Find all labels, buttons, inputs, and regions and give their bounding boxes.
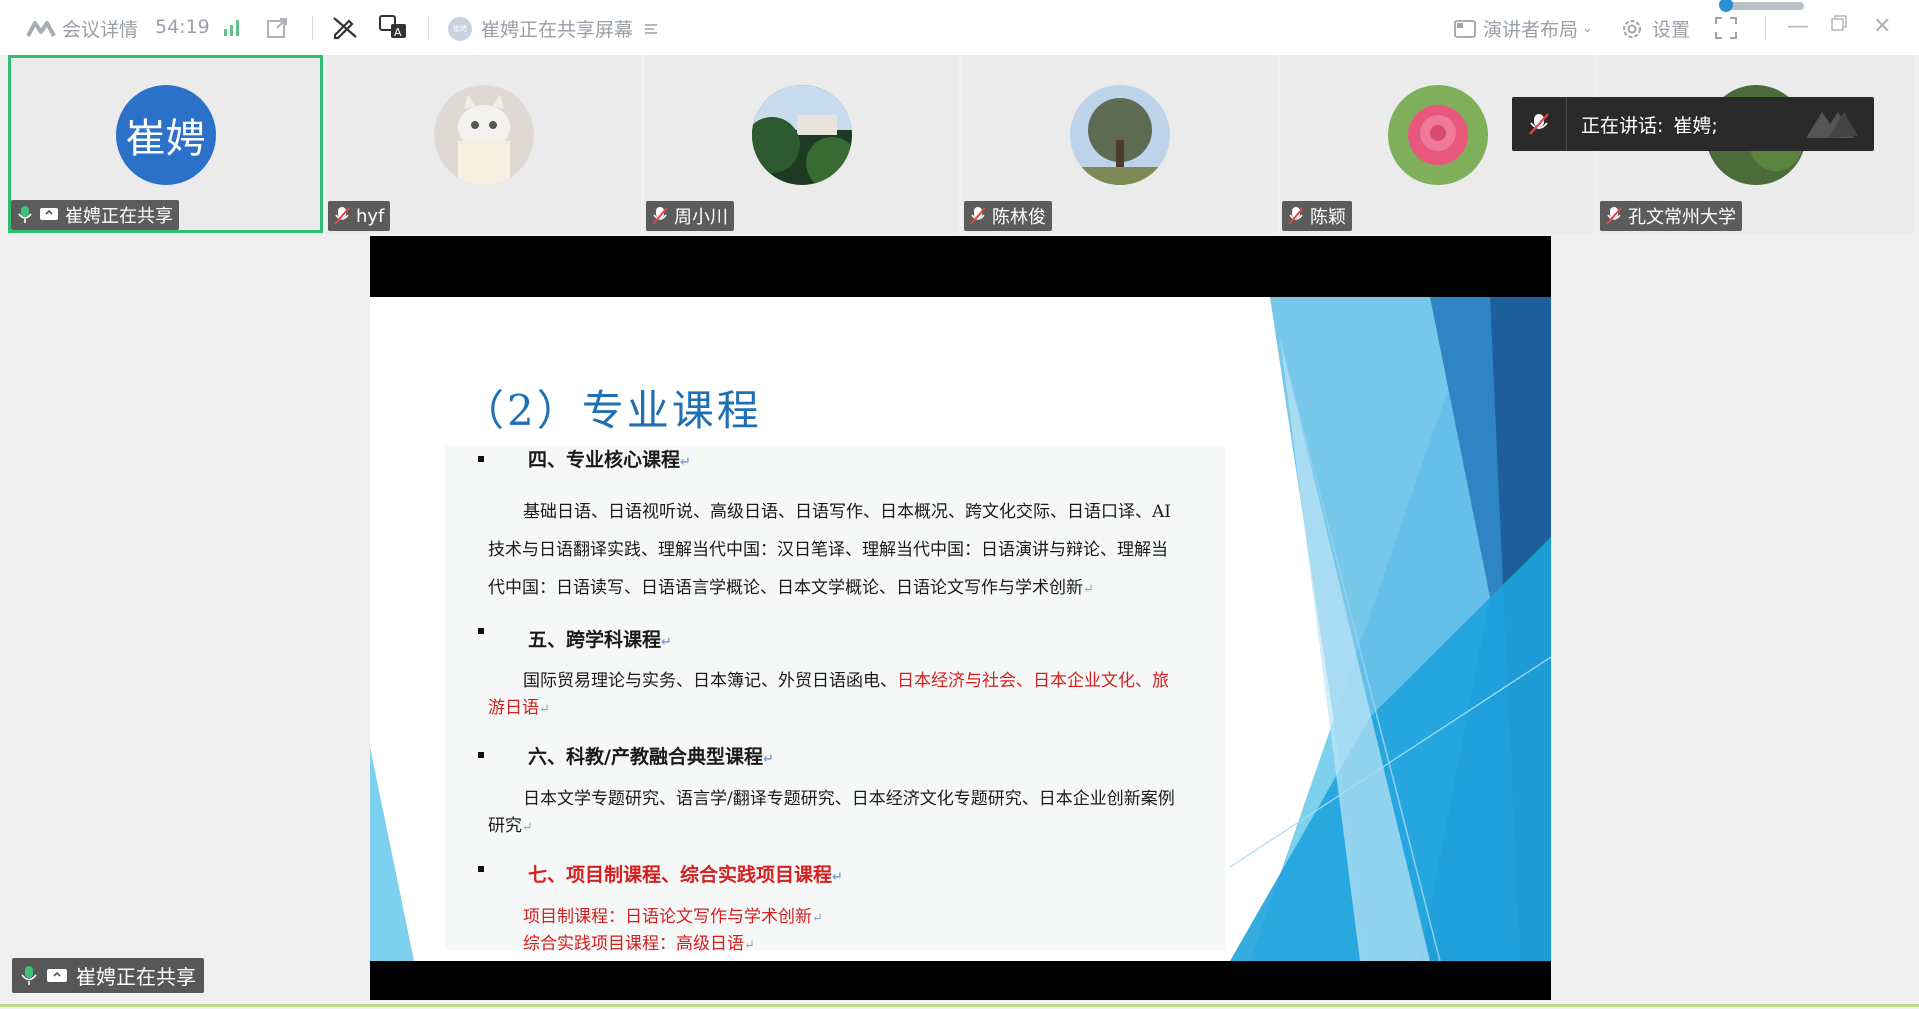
bullet bbox=[478, 752, 484, 758]
participant-name-tag: 陈颖 bbox=[1282, 201, 1352, 231]
svg-text:A: A bbox=[394, 26, 402, 39]
sharing-indicator: 崔娉正在共享 bbox=[12, 958, 204, 993]
participant-name-tag: 周小川 bbox=[646, 201, 734, 231]
participant-tile[interactable]: hyf bbox=[326, 55, 641, 233]
settings-label: 设置 bbox=[1652, 19, 1691, 41]
shared-screen: （2）专业课程 四、专业核心课程↵ 基础日语、日语视听说、高级日语、日语写作、日… bbox=[370, 236, 1551, 1000]
section-text: 基础日语、日语视听说、高级日语、日语写作、日本概况、跨文化交际、日语口译、AI bbox=[523, 502, 1171, 522]
participant-name-tag: hyf bbox=[328, 201, 391, 231]
toolbar-divider bbox=[312, 16, 313, 40]
popout-icon[interactable] bbox=[265, 16, 289, 40]
avatar-initials: 崔娉 bbox=[115, 85, 216, 185]
speaking-label: 正在讲话: bbox=[1581, 114, 1664, 137]
participant-tile[interactable]: 陈林俊 bbox=[962, 55, 1277, 233]
sharing-indicator-label: 崔娉正在共享 bbox=[76, 965, 196, 989]
meeting-details-button[interactable]: 会议详情 bbox=[26, 15, 138, 42]
avatar bbox=[433, 85, 534, 185]
section-text: 日本文学专题研究、语言学/翻译专题研究、日本经济文化专题研究、日本企业创新案例 bbox=[523, 789, 1175, 809]
sharing-status-menu[interactable]: 崔娉 崔娉正在共享屏幕 bbox=[448, 15, 659, 42]
section-text: 项目制课程：日语论文写作与学术创新↵ bbox=[523, 907, 823, 927]
bullet bbox=[478, 866, 484, 872]
avatar bbox=[1069, 85, 1170, 185]
speaking-indicator: 正在讲话: 崔娉; bbox=[1512, 97, 1874, 151]
annotate-off-icon[interactable] bbox=[331, 13, 359, 41]
mic-muted-icon bbox=[334, 206, 350, 226]
close-icon[interactable]: ✕ bbox=[1873, 14, 1891, 39]
sharer-avatar: 崔娉 bbox=[448, 16, 472, 41]
bullet bbox=[478, 628, 484, 634]
divider bbox=[1566, 97, 1567, 151]
translate-icon[interactable]: A bbox=[378, 13, 408, 41]
toolbar-divider bbox=[1765, 16, 1766, 40]
section-heading: 七、项目制课程、综合实践项目课程↵ bbox=[528, 864, 843, 886]
participant-name: 周小川 bbox=[674, 207, 728, 228]
layout-label: 演讲者布局 bbox=[1483, 19, 1579, 41]
mic-muted-icon bbox=[652, 206, 668, 226]
slide-title: （2）专业课程 bbox=[462, 386, 762, 435]
speaker-layout-button[interactable]: 演讲者布局 ⌄ bbox=[1453, 15, 1593, 42]
avatar bbox=[751, 85, 852, 185]
participant-name-tag: 陈林俊 bbox=[964, 201, 1052, 231]
mic-muted-icon bbox=[1288, 206, 1304, 226]
meeting-toolbar: 会议详情 54:19 A 崔娉 崔娉正在共享屏幕 演讲者布局 ⌄ 设置 — ✕ bbox=[0, 0, 1919, 55]
section-text: 代中国：日语读写、日语语言学概论、日本文学概论、日语论文写作与学术创新↵ bbox=[488, 578, 1094, 598]
avatar: 崔娉 bbox=[115, 85, 216, 185]
toolbar-divider bbox=[428, 16, 429, 40]
presentation-slide: （2）专业课程 四、专业核心课程↵ 基础日语、日语视听说、高级日语、日语写作、日… bbox=[370, 297, 1551, 961]
meeting-logo-icon bbox=[26, 18, 56, 40]
volume-slider-knob[interactable] bbox=[1719, 0, 1733, 12]
participant-name: 陈颖 bbox=[1310, 207, 1346, 228]
screen-share-icon bbox=[46, 967, 68, 985]
speaking-name: 崔娉; bbox=[1673, 114, 1718, 137]
mic-muted-icon bbox=[970, 206, 986, 226]
window-bottom-border bbox=[0, 1004, 1919, 1007]
chevron-down-icon: ⌄ bbox=[1582, 21, 1593, 36]
minimize-icon[interactable]: — bbox=[1787, 14, 1809, 39]
section-text: 研究↵ bbox=[488, 816, 533, 836]
sharing-status-label: 崔娉正在共享屏幕 bbox=[481, 19, 634, 41]
participant-name-tag: 孔文常州大学 bbox=[1600, 201, 1742, 231]
section-text: 技术与日语翻译实践、理解当代中国：汉日笔译、理解当代中国：日语演讲与辩论、理解当 bbox=[488, 540, 1168, 560]
mic-muted-icon bbox=[1528, 112, 1550, 136]
volume-slider[interactable] bbox=[1719, 0, 1804, 12]
participant-tile[interactable]: 崔娉 崔娉正在共享 bbox=[8, 55, 323, 233]
meeting-details-label: 会议详情 bbox=[62, 19, 139, 41]
participant-name-tag: 崔娉正在共享 bbox=[11, 200, 179, 230]
participant-tile[interactable]: 周小川 bbox=[644, 55, 959, 233]
slide-content-box: 四、专业核心课程↵ 基础日语、日语视听说、高级日语、日语写作、日本概况、跨文化交… bbox=[445, 445, 1225, 954]
section-heading: 五、跨学科课程↵ bbox=[528, 629, 672, 651]
tree-photo-avatar bbox=[1069, 85, 1170, 185]
participant-name: 崔娉正在共享 bbox=[65, 206, 173, 227]
landscape-photo-avatar bbox=[751, 85, 852, 185]
participant-name: 孔文常州大学 bbox=[1628, 207, 1736, 228]
fullscreen-icon[interactable] bbox=[1714, 16, 1738, 40]
participant-name: 陈林俊 bbox=[992, 207, 1046, 228]
screen-share-icon bbox=[39, 206, 59, 224]
mic-on-icon bbox=[20, 965, 38, 987]
cat-photo-avatar bbox=[433, 85, 534, 185]
section-text: 综合实践项目课程：高级日语↵ bbox=[523, 934, 755, 954]
layout-icon bbox=[1453, 17, 1477, 41]
section-heading: 六、科教/产教融合典型课程↵ bbox=[528, 746, 774, 768]
flower-photo-avatar bbox=[1387, 85, 1488, 185]
settings-button[interactable]: 设置 bbox=[1620, 15, 1690, 42]
section-text: 国际贸易理论与实务、日本簿记、外贸日语函电、日本经济与社会、日本企业文化、旅 bbox=[523, 671, 1169, 691]
avatar bbox=[1387, 85, 1488, 185]
list-menu-icon bbox=[643, 21, 659, 37]
audio-wave-icon bbox=[1804, 108, 1860, 140]
signal-strength-icon[interactable] bbox=[222, 18, 242, 38]
bullet bbox=[478, 456, 484, 462]
meeting-timer: 54:19 bbox=[155, 16, 210, 38]
restore-icon[interactable] bbox=[1830, 14, 1848, 32]
mic-muted-icon bbox=[1606, 206, 1622, 226]
participant-name: hyf bbox=[356, 205, 385, 227]
mic-on-icon bbox=[17, 205, 33, 225]
gear-icon bbox=[1620, 17, 1644, 41]
section-heading: 四、专业核心课程↵ bbox=[528, 449, 691, 471]
section-text: 游日语↵ bbox=[488, 698, 550, 718]
